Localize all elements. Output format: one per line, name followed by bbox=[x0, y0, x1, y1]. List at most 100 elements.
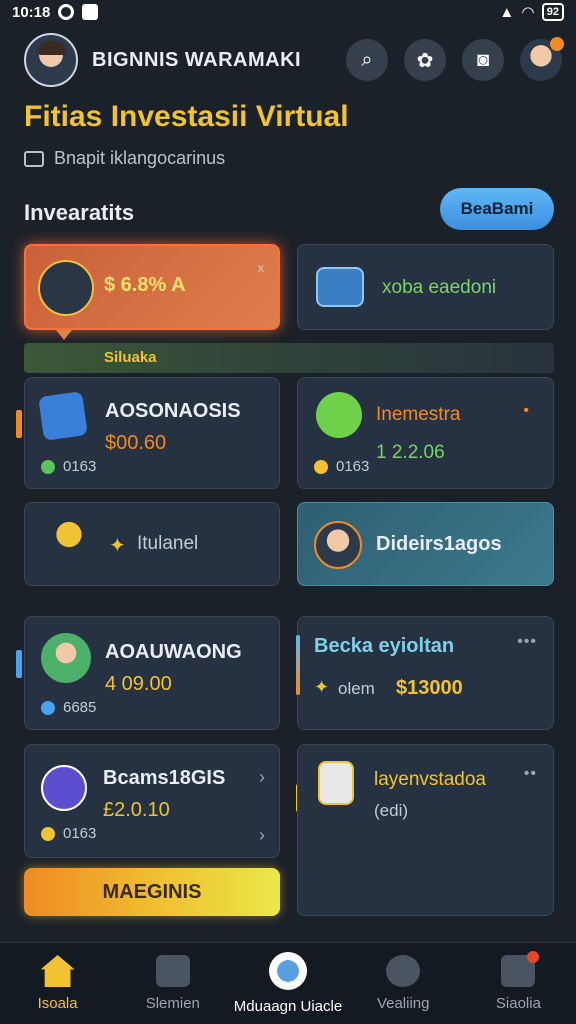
card-value: 1 2.2.06 bbox=[376, 442, 445, 463]
coin-icon bbox=[41, 826, 55, 841]
calendar-icon bbox=[24, 150, 44, 167]
card-title: layenvstadoa bbox=[374, 769, 486, 790]
bell-icon bbox=[501, 951, 540, 987]
card-title: Dideirs1agos bbox=[376, 533, 502, 555]
nav-label: Mduaagn Uiacle bbox=[233, 998, 343, 1015]
investment-card[interactable]: AOAUWAONG 4 09.00 6685 bbox=[24, 616, 280, 730]
app-brand: BIGNNIS WARAMAKI bbox=[92, 48, 302, 71]
card-dot: • bbox=[523, 402, 529, 419]
coin-icon bbox=[314, 459, 328, 474]
list-icon bbox=[155, 955, 190, 987]
card-title: AOAUWAONG bbox=[105, 641, 242, 663]
user-icon bbox=[386, 955, 421, 987]
home-icon bbox=[40, 955, 75, 987]
status-bar: 10:18 ▲ ◠ 92 bbox=[0, 0, 576, 24]
card-meta: 0163 bbox=[41, 825, 96, 842]
bottom-nav: Isoala Slemien Mduaagn Uiacle Vealiing S… bbox=[0, 942, 576, 1024]
trend-icon bbox=[41, 765, 87, 811]
card-title: AOSONAOSIS bbox=[105, 400, 241, 422]
investment-card[interactable]: layenvstadoa (edi) •• bbox=[297, 744, 554, 916]
card-title: Becka eyioltan bbox=[314, 635, 455, 657]
card-value: $13000 bbox=[396, 677, 463, 699]
notification-badge bbox=[527, 951, 540, 963]
investment-card[interactable]: Becka eyioltan ••• ✦ olem $13000 bbox=[296, 616, 554, 730]
meta-text: 0163 bbox=[63, 458, 97, 475]
meta-text: 0163 bbox=[63, 825, 97, 842]
nav-item-list[interactable]: Slemien bbox=[115, 943, 230, 1024]
nav-item-globe[interactable]: Mduaagn Uiacle bbox=[230, 943, 345, 1024]
filter-pill-button[interactable]: BeaBami bbox=[440, 188, 554, 230]
search-icon: ⌕ bbox=[361, 48, 373, 71]
tooltip-label: Siluaka bbox=[104, 349, 157, 366]
dollar-coin-icon bbox=[316, 392, 362, 438]
subtitle-text: Bnapit iklangocarinus bbox=[54, 148, 226, 168]
investment-card[interactable]: AOSONAOSIS $00.60 0163 bbox=[24, 377, 280, 489]
featured-value: $ 6.8% A bbox=[104, 274, 186, 296]
tooltip-bar: Siluaka bbox=[24, 343, 554, 373]
globe-icon bbox=[269, 952, 307, 990]
coin-icon bbox=[41, 459, 55, 474]
nav-label: Vealiing bbox=[376, 995, 430, 1012]
sync-icon bbox=[58, 4, 75, 20]
tools-icon bbox=[39, 517, 89, 567]
card-label: xoba eaedoni bbox=[382, 277, 497, 298]
featured-card[interactable]: $ 6.8% A x bbox=[24, 244, 280, 330]
card-screen[interactable]: xoba eaedoni bbox=[297, 244, 554, 330]
card-title: Itulanel bbox=[137, 533, 199, 554]
nav-item-profile[interactable]: Vealiing bbox=[346, 943, 461, 1024]
coin-icon bbox=[41, 700, 55, 715]
card-meta: 0163 bbox=[41, 458, 96, 475]
nav-label: Siaolia bbox=[495, 995, 541, 1012]
card-sub: (edi) bbox=[374, 801, 409, 820]
chevron-right-icon[interactable]: › bbox=[259, 825, 265, 846]
camera-button[interactable]: ◙ bbox=[462, 39, 504, 81]
category-card[interactable]: ✦ Itulanel bbox=[24, 502, 280, 586]
chevron-right-icon[interactable]: › bbox=[259, 767, 265, 788]
category-card[interactable]: Dideirs1agos bbox=[297, 502, 554, 586]
notification-icon bbox=[82, 4, 99, 20]
meta-text: 6685 bbox=[63, 699, 97, 716]
avatar bbox=[41, 633, 91, 683]
camera-icon: ◙ bbox=[476, 48, 490, 71]
app-header: BIGNNIS WARAMAKI ⌕ ✿ ◙ bbox=[24, 32, 564, 88]
star-icon: ✦ bbox=[314, 677, 330, 697]
settings-button[interactable]: ✿ bbox=[404, 39, 446, 81]
investment-card[interactable]: Inemestra 1 2.2.06 • 0163 bbox=[297, 377, 554, 489]
tooltip-arrow bbox=[56, 330, 72, 340]
nav-item-alerts[interactable]: Siaolia bbox=[461, 943, 576, 1024]
close-icon[interactable]: x bbox=[258, 260, 265, 275]
card-meta: olem bbox=[338, 679, 375, 698]
card-title: Inemestra bbox=[376, 404, 461, 425]
accent-bar bbox=[296, 635, 300, 695]
document-icon bbox=[318, 761, 354, 805]
wifi-icon: ◠ bbox=[522, 4, 534, 21]
card-title: Bcams18GIS bbox=[103, 767, 226, 789]
card-value: $00.60 bbox=[105, 432, 167, 454]
screen-icon bbox=[316, 267, 364, 307]
section-label: Invearatits bbox=[24, 200, 135, 225]
nav-label: Isoala bbox=[37, 995, 78, 1012]
star-icon: ✦ bbox=[109, 535, 126, 557]
phone-icon bbox=[38, 391, 88, 441]
more-icon[interactable]: ••• bbox=[517, 633, 537, 651]
profile-button[interactable] bbox=[520, 37, 564, 81]
laptop-icon bbox=[38, 260, 94, 316]
investment-card[interactable]: Bcams18GIS £2.0.10 › › 0163 bbox=[24, 744, 280, 858]
side-indicator bbox=[16, 650, 22, 678]
primary-cta-button[interactable]: MAEGINIS bbox=[24, 868, 280, 916]
page-title: Fitias Investasii Virtual bbox=[24, 100, 349, 133]
notification-badge bbox=[550, 37, 564, 51]
search-button[interactable]: ⌕ bbox=[346, 39, 388, 81]
avatar bbox=[314, 521, 362, 569]
more-icon[interactable]: •• bbox=[524, 765, 537, 783]
avatar[interactable] bbox=[24, 33, 78, 87]
card-meta: 0163 bbox=[314, 458, 369, 475]
gear-icon: ✿ bbox=[416, 49, 434, 72]
card-meta: 6685 bbox=[41, 699, 96, 716]
nav-item-home[interactable]: Isoala bbox=[0, 943, 115, 1024]
side-indicator bbox=[16, 410, 22, 438]
signal-icon: ▲ bbox=[499, 3, 515, 21]
status-time: 10:18 bbox=[12, 3, 51, 21]
card-value: 4 09.00 bbox=[105, 673, 172, 695]
meta-text: 0163 bbox=[336, 458, 370, 475]
